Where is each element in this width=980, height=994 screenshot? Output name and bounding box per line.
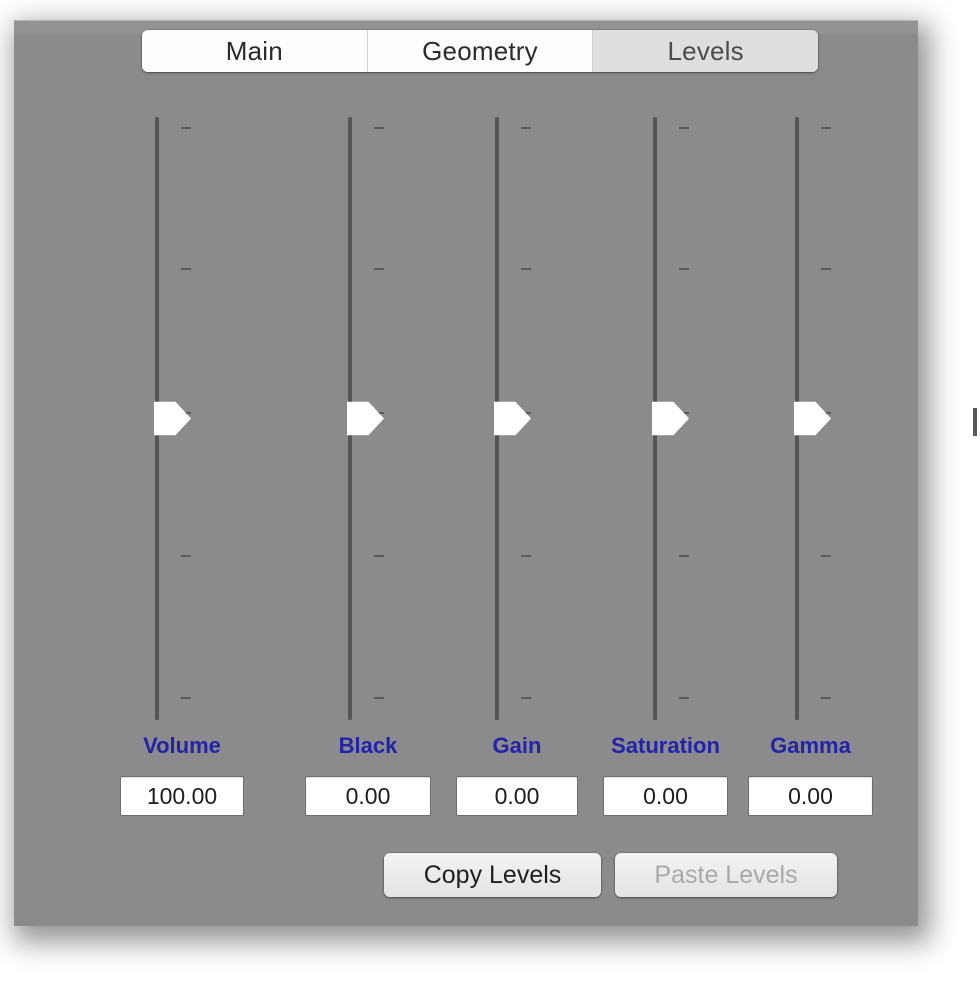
slider-tick-saturation-1: [679, 268, 689, 270]
slider-tick-black-0: [374, 127, 384, 129]
slider-thumb-black[interactable]: [347, 401, 384, 436]
slider-tick-black-4: [374, 697, 384, 699]
slider-thumb-gain[interactable]: [494, 401, 531, 436]
screenshot-root: Main Geometry Levels Volume 100.00 Black 0.00…: [0, 0, 980, 994]
label-saturation: Saturation: [611, 733, 720, 758]
slider-tick-black-1: [374, 268, 384, 270]
slider-tick-gain-1: [521, 268, 531, 270]
label-gain: Gain: [492, 733, 542, 758]
paste-levels-button: Paste Levels: [615, 853, 837, 897]
slider-thumb-saturation[interactable]: [652, 401, 689, 436]
copy-levels-button[interactable]: Copy Levels: [384, 853, 601, 897]
slider-tick-volume-0: [181, 127, 191, 129]
slider-tick-gain-0: [521, 127, 531, 129]
slider-tick-gamma-0: [821, 127, 831, 129]
slider-tick-gamma-4: [821, 697, 831, 699]
slider-tick-volume-3: [181, 555, 191, 557]
slider-tick-volume-4: [181, 697, 191, 699]
label-gamma: Gamma: [770, 733, 851, 758]
slider-thumb-volume[interactable]: [154, 401, 191, 436]
label-black: Black: [338, 733, 398, 758]
input-saturation[interactable]: 0.00: [603, 776, 728, 816]
slider-tick-gain-4: [521, 697, 531, 699]
slider-group: Volume 100.00 Black 0.00 Gain 0.00 Saturation 0…: [14, 20, 918, 926]
levels-panel: Main Geometry Levels Volume 100.00 Black 0.00…: [14, 20, 918, 926]
input-gain[interactable]: 0.00: [456, 776, 578, 816]
input-volume[interactable]: 100.00: [120, 776, 244, 816]
offscreen-edge-artifact: [973, 408, 977, 436]
slider-tick-volume-1: [181, 268, 191, 270]
slider-tick-saturation-4: [679, 697, 689, 699]
input-black[interactable]: 0.00: [305, 776, 431, 816]
slider-tick-saturation-0: [679, 127, 689, 129]
slider-tick-gamma-1: [821, 268, 831, 270]
slider-tick-black-3: [374, 555, 384, 557]
label-volume: Volume: [143, 733, 221, 758]
slider-tick-saturation-3: [679, 555, 689, 557]
input-gamma[interactable]: 0.00: [748, 776, 873, 816]
slider-tick-gamma-3: [821, 555, 831, 557]
slider-tick-gain-3: [521, 555, 531, 557]
slider-thumb-gamma[interactable]: [794, 401, 831, 436]
